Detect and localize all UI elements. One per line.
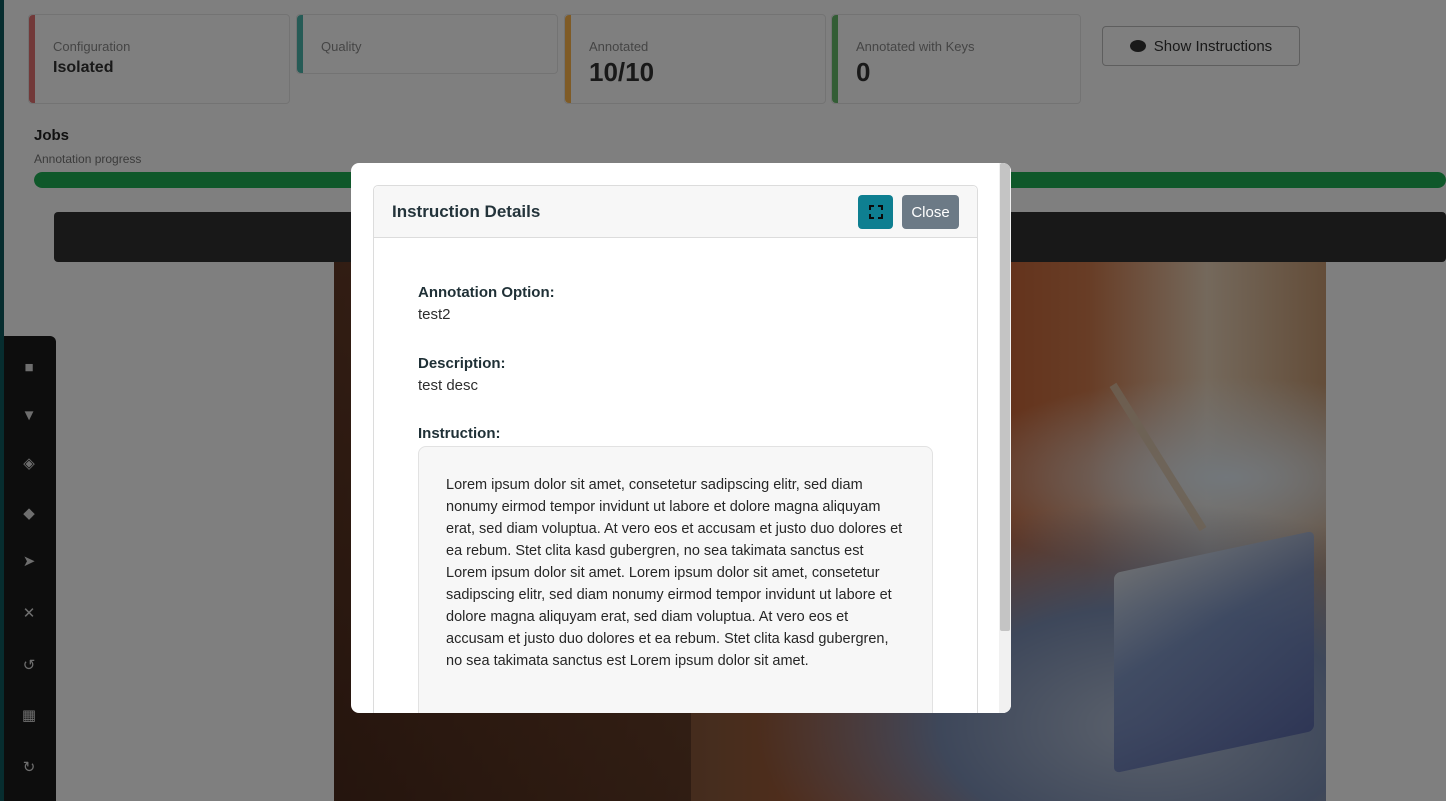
modal-title: Instruction Details xyxy=(392,202,541,221)
description-value: test desc xyxy=(418,377,479,394)
annotation-option-label: Annotation Option: xyxy=(418,284,555,301)
fullscreen-button[interactable] xyxy=(858,195,893,229)
modal-scrollbar-thumb[interactable] xyxy=(1000,163,1010,631)
fullscreen-icon xyxy=(868,205,883,219)
close-button[interactable]: Close xyxy=(902,195,959,229)
description-label: Description: xyxy=(418,355,506,372)
modal-card: Instruction Details Close Annotation Opt… xyxy=(373,185,978,713)
instruction-text: Lorem ipsum dolor sit amet, consetetur s… xyxy=(418,446,933,713)
instruction-label: Instruction: xyxy=(418,425,501,442)
instruction-details-modal: Instruction Details Close Annotation Opt… xyxy=(351,163,1011,713)
modal-header: Instruction Details Close xyxy=(374,186,977,238)
annotation-option-value: test2 xyxy=(418,306,451,323)
